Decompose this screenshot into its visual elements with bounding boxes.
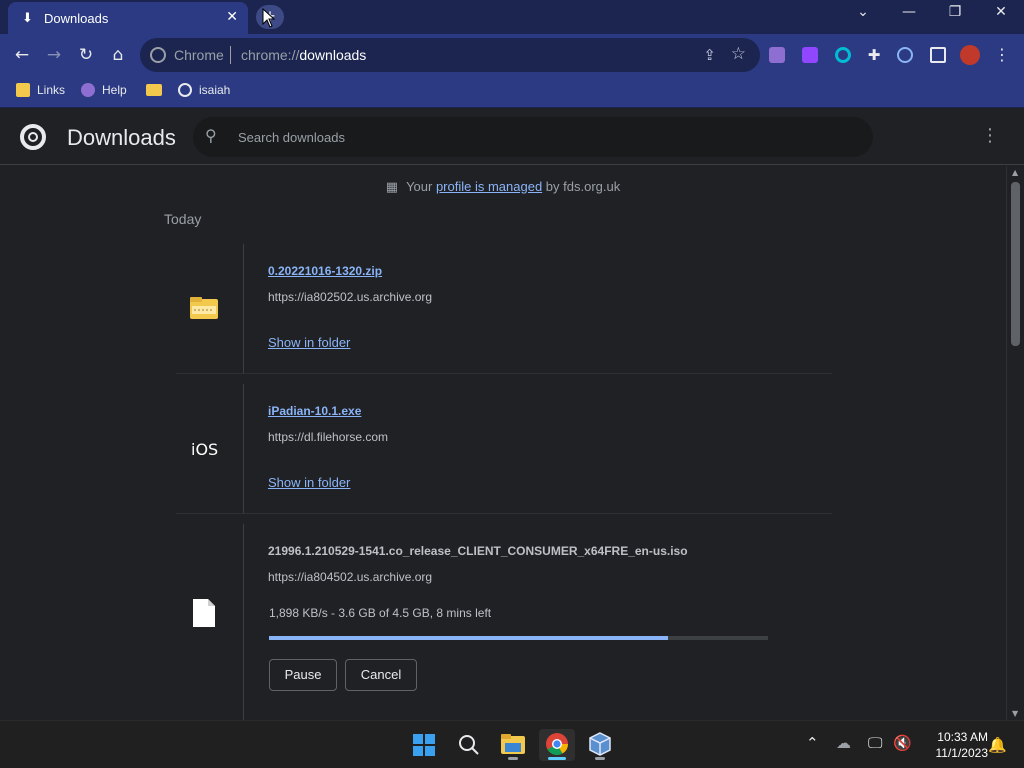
windows-start-icon — [413, 734, 435, 756]
address-separator — [230, 46, 231, 64]
bookmarks-bar: Links Help isaiah — [0, 76, 1024, 108]
bookmark-app[interactable] — [146, 83, 169, 101]
download-filename-link[interactable]: iPadian-10.1.exe — [268, 404, 361, 418]
bookmark-app-icon — [146, 84, 162, 96]
building-icon: ▦ — [385, 180, 399, 195]
download-progress-fill — [269, 636, 669, 640]
scroll-up-arrow-icon[interactable]: ▲ — [1012, 168, 1018, 177]
chrome-menu-icon[interactable]: ⋮ — [990, 43, 1014, 67]
clock-time: 10:33 AM — [937, 730, 988, 744]
page-title: Downloads — [67, 125, 176, 150]
side-panel-icon[interactable] — [930, 47, 946, 63]
bookmark-ext-icon[interactable] — [769, 47, 785, 63]
mouse-cursor-icon — [262, 8, 276, 28]
reload-button[interactable]: ↻ — [74, 43, 98, 67]
taskbar-virtualbox[interactable] — [582, 729, 618, 761]
download-item: 0.20221016-1320.zip https://ia802502.us.… — [176, 244, 832, 374]
taskbar-file-explorer[interactable] — [495, 729, 531, 761]
volume-muted-icon[interactable]: 🔇 — [893, 734, 912, 752]
close-window-button[interactable]: ✕ — [986, 4, 1016, 28]
minimize-button[interactable]: — — [894, 4, 924, 28]
tab-downloads[interactable]: ⬇ Downloads ✕ — [8, 2, 248, 34]
downloads-list-area: ▦ Your profile is managed by fds.org.uk T… — [0, 166, 1006, 720]
download-icon: ⬇ — [22, 11, 33, 26]
tab-title: Downloads — [44, 11, 109, 26]
cancel-button[interactable]: Cancel — [345, 659, 417, 691]
bookmark-help[interactable]: Help — [81, 83, 127, 101]
downloads-header: Downloads ⚲ ⋮ — [0, 109, 1024, 165]
taskbar-chrome[interactable] — [539, 729, 575, 761]
download-source-url[interactable]: https://ia804502.us.archive.org — [268, 570, 432, 584]
restore-button[interactable]: ❐ — [940, 4, 970, 28]
share-icon[interactable]: ⇪ — [703, 46, 716, 64]
bookmark-star-icon[interactable]: ☆ — [731, 44, 746, 64]
download-status: 1,898 KB/s - 3.6 GB of 4.5 GB, 8 mins le… — [269, 606, 492, 620]
taskbar-search-button[interactable] — [451, 729, 487, 761]
onedrive-cloud-icon[interactable]: ☁ — [836, 734, 851, 752]
ios-app-icon: iOS — [191, 440, 219, 459]
scroll-down-arrow-icon[interactable]: ▼ — [1012, 709, 1018, 718]
profile-avatar[interactable] — [960, 45, 980, 65]
windows-taskbar: ⌃ ☁ 🖵 🔇 10:33 AM 11/1/2023 🔔 — [0, 720, 1024, 768]
managed-notice: ▦ Your profile is managed by fds.org.uk — [385, 179, 621, 195]
bookmark-isaiah[interactable]: isaiah — [178, 83, 230, 101]
zip-folder-icon — [190, 297, 218, 319]
url-text: chrome://downloads — [241, 47, 367, 63]
download-filename-link[interactable]: 0.20221016-1320.zip — [268, 264, 382, 278]
running-indicator — [508, 757, 518, 760]
circle-ext-icon[interactable] — [835, 47, 851, 63]
site-label: Chrome — [174, 47, 224, 63]
download-item-in-progress: 21996.1.210529-1541.co_release_CLIENT_CO… — [176, 524, 832, 720]
more-actions-icon[interactable]: ⋮ — [980, 125, 1000, 149]
system-clock[interactable]: 10:33 AM 11/1/2023 — [918, 729, 989, 761]
show-hidden-icons-chevron-icon[interactable]: ⌃ — [806, 734, 819, 752]
tab-close-icon[interactable]: ✕ — [226, 9, 238, 25]
title-bar: ⬇ Downloads ✕ + ⌄ — ❐ ✕ — [0, 0, 1024, 34]
twitch-ext-icon[interactable] — [802, 47, 818, 63]
download-progress-icon[interactable] — [897, 47, 913, 63]
scrollbar-thumb[interactable] — [1011, 182, 1020, 346]
globe-icon — [178, 83, 192, 97]
help-icon — [81, 83, 95, 97]
back-button[interactable]: ← — [10, 43, 34, 67]
search-icon — [459, 735, 479, 755]
forward-button[interactable]: → — [42, 43, 66, 67]
start-button[interactable] — [406, 729, 442, 761]
home-button[interactable]: ⌂ — [106, 43, 130, 67]
address-bar[interactable]: Chrome chrome://downloads ⇪ ☆ — [140, 38, 760, 72]
notification-bell-icon[interactable]: 🔔 — [988, 736, 1007, 754]
download-progress-bar — [269, 636, 768, 640]
clock-date: 11/1/2023 — [935, 746, 989, 760]
bookmark-links[interactable]: Links — [16, 83, 65, 101]
running-indicator — [595, 757, 605, 760]
page-scrollbar[interactable]: ▲ ▼ — [1006, 166, 1024, 720]
chrome-logo-icon — [20, 124, 46, 150]
network-monitor-icon[interactable]: 🖵 — [868, 734, 882, 752]
search-downloads-box[interactable]: ⚲ — [193, 117, 873, 157]
download-item: iOS iPadian-10.1.exe https://dl.filehors… — [176, 384, 832, 514]
browser-toolbar: ← → ↻ ⌂ Chrome chrome://downloads ⇪ ☆ ✚ … — [0, 34, 1024, 76]
active-indicator — [548, 757, 566, 760]
puzzle-icon[interactable]: ✚ — [862, 43, 886, 67]
chrome-site-icon[interactable] — [150, 47, 166, 63]
download-filename: 21996.1.210529-1541.co_release_CLIENT_CO… — [268, 544, 688, 558]
download-source-url[interactable]: https://ia802502.us.archive.org — [268, 290, 432, 304]
search-input[interactable] — [238, 127, 838, 147]
folder-icon — [16, 83, 30, 97]
tab-search-chevron-icon[interactable]: ⌄ — [848, 4, 878, 28]
search-icon: ⚲ — [205, 126, 217, 145]
show-in-folder-link[interactable]: Show in folder — [268, 335, 350, 350]
show-in-folder-link[interactable]: Show in folder — [268, 475, 350, 490]
download-source-url[interactable]: https://dl.filehorse.com — [268, 430, 388, 444]
date-group-header: Today — [164, 211, 202, 227]
profile-managed-link[interactable]: profile is managed — [436, 179, 542, 194]
pause-button[interactable]: Pause — [269, 659, 337, 691]
file-icon — [193, 599, 215, 627]
